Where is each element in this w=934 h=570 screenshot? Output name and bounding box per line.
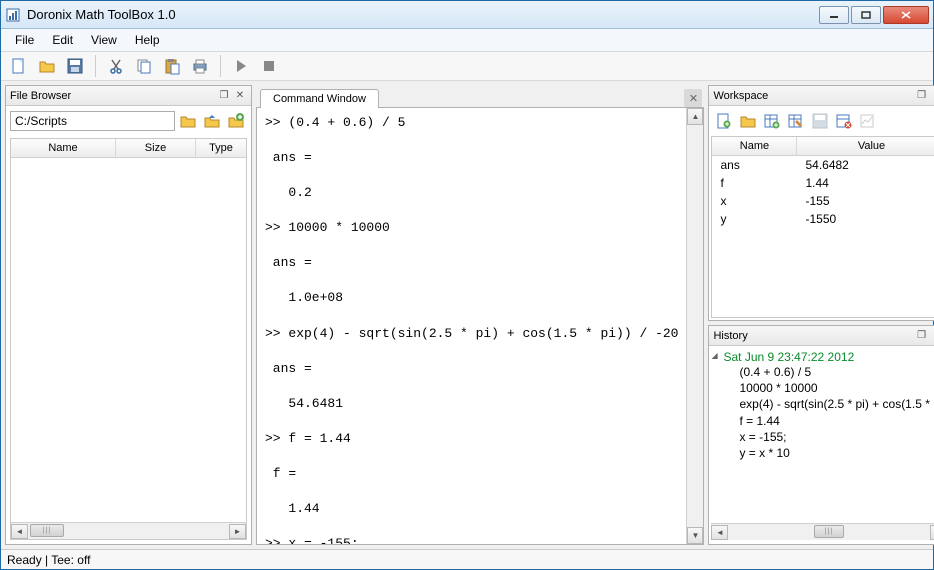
menubar: File Edit View Help: [1, 29, 933, 51]
panel-undock-icon[interactable]: ❐: [915, 329, 929, 343]
file-browser-title: File Browser: [10, 90, 215, 102]
run-icon[interactable]: [229, 54, 253, 78]
window-title: Doronix Math ToolBox 1.0: [27, 7, 819, 22]
table-row[interactable]: f1.44: [712, 174, 934, 192]
minimize-button[interactable]: [819, 6, 849, 24]
list-item[interactable]: exp(4) - sqrt(sin(2.5 * pi) + cos(1.5 * …: [711, 396, 934, 412]
ws-edit-icon[interactable]: [785, 110, 807, 132]
menu-help[interactable]: Help: [127, 31, 168, 49]
titlebar[interactable]: Doronix Math ToolBox 1.0: [1, 1, 933, 29]
file-list-body[interactable]: [11, 158, 246, 522]
table-row[interactable]: x-155: [712, 192, 934, 210]
list-item[interactable]: 10000 * 10000: [711, 380, 934, 396]
cut-icon[interactable]: [104, 54, 128, 78]
col-name[interactable]: Name: [11, 139, 116, 157]
app-window: Doronix Math ToolBox 1.0 File Edit View …: [0, 0, 934, 570]
ws-delete-icon[interactable]: [833, 110, 855, 132]
print-icon[interactable]: [188, 54, 212, 78]
paste-icon[interactable]: [160, 54, 184, 78]
list-item[interactable]: x = -155;: [711, 429, 934, 445]
col-type[interactable]: Type: [196, 139, 246, 157]
ws-col-name[interactable]: Name: [712, 137, 797, 155]
ws-import-icon[interactable]: [761, 110, 783, 132]
new-file-icon[interactable]: [7, 54, 31, 78]
history-title: History: [713, 330, 912, 342]
history-timestamp[interactable]: Sat Jun 9 23:47:22 2012: [711, 350, 934, 364]
history-panel: History ❐ ✕ Sat Jun 9 23:47:22 2012 (0.4…: [708, 325, 934, 545]
menu-file[interactable]: File: [7, 31, 42, 49]
tab-command-window[interactable]: Command Window: [260, 89, 379, 108]
panel-close-icon[interactable]: ✕: [931, 89, 934, 103]
command-vscroll[interactable]: ▲▼: [686, 108, 703, 544]
ws-col-value[interactable]: Value: [797, 137, 934, 155]
table-row[interactable]: ans54.6482: [712, 156, 934, 174]
list-item[interactable]: (0.4 + 0.6) / 5: [711, 364, 934, 380]
menu-view[interactable]: View: [83, 31, 125, 49]
menu-edit[interactable]: Edit: [44, 31, 81, 49]
status-bar: Ready | Tee: off: [1, 549, 933, 569]
path-input[interactable]: [10, 111, 175, 131]
col-size[interactable]: Size: [116, 139, 196, 157]
file-browser-panel: File Browser ❐ ✕ Name Size Type: [5, 85, 252, 545]
save-icon[interactable]: [63, 54, 87, 78]
workspace-panel: Workspace ❐ ✕ »: [708, 85, 934, 321]
workspace-title: Workspace: [713, 90, 912, 102]
file-list[interactable]: Name Size Type ◄|||►: [10, 138, 247, 540]
open-file-icon[interactable]: [35, 54, 59, 78]
command-window-panel: Command Window ✕ >> (0.4 + 0.6) / 5 ans …: [256, 85, 704, 545]
up-folder-icon[interactable]: [201, 110, 223, 132]
tab-close-icon[interactable]: ✕: [684, 89, 702, 107]
table-row[interactable]: y-1550: [712, 210, 934, 228]
app-icon: [5, 7, 21, 23]
workspace-table[interactable]: Name Value ans54.6482f1.44x-155y-1550: [711, 136, 934, 318]
panel-undock-icon[interactable]: ❐: [915, 89, 929, 103]
ws-plot-icon[interactable]: [857, 110, 879, 132]
list-item[interactable]: f = 1.44: [711, 413, 934, 429]
stop-icon[interactable]: [257, 54, 281, 78]
list-item[interactable]: y = x * 10: [711, 445, 934, 461]
copy-icon[interactable]: [132, 54, 156, 78]
history-hscroll[interactable]: ◄|||►: [711, 523, 934, 540]
ws-open-icon[interactable]: [737, 110, 759, 132]
browse-folder-icon[interactable]: [177, 110, 199, 132]
file-list-hscroll[interactable]: ◄|||►: [11, 522, 246, 539]
status-text: Ready | Tee: off: [7, 553, 90, 567]
ws-save-icon[interactable]: [809, 110, 831, 132]
maximize-button[interactable]: [851, 6, 881, 24]
new-folder-icon[interactable]: [225, 110, 247, 132]
toolbar: [1, 51, 933, 81]
close-button[interactable]: [883, 6, 929, 24]
ws-new-icon[interactable]: [713, 110, 735, 132]
command-window-text[interactable]: >> (0.4 + 0.6) / 5 ans = 0.2 >> 10000 * …: [257, 108, 686, 544]
panel-undock-icon[interactable]: ❐: [217, 89, 231, 103]
panel-close-icon[interactable]: ✕: [233, 89, 247, 103]
content-area: File Browser ❐ ✕ Name Size Type: [1, 81, 933, 549]
panel-close-icon[interactable]: ✕: [931, 329, 934, 343]
